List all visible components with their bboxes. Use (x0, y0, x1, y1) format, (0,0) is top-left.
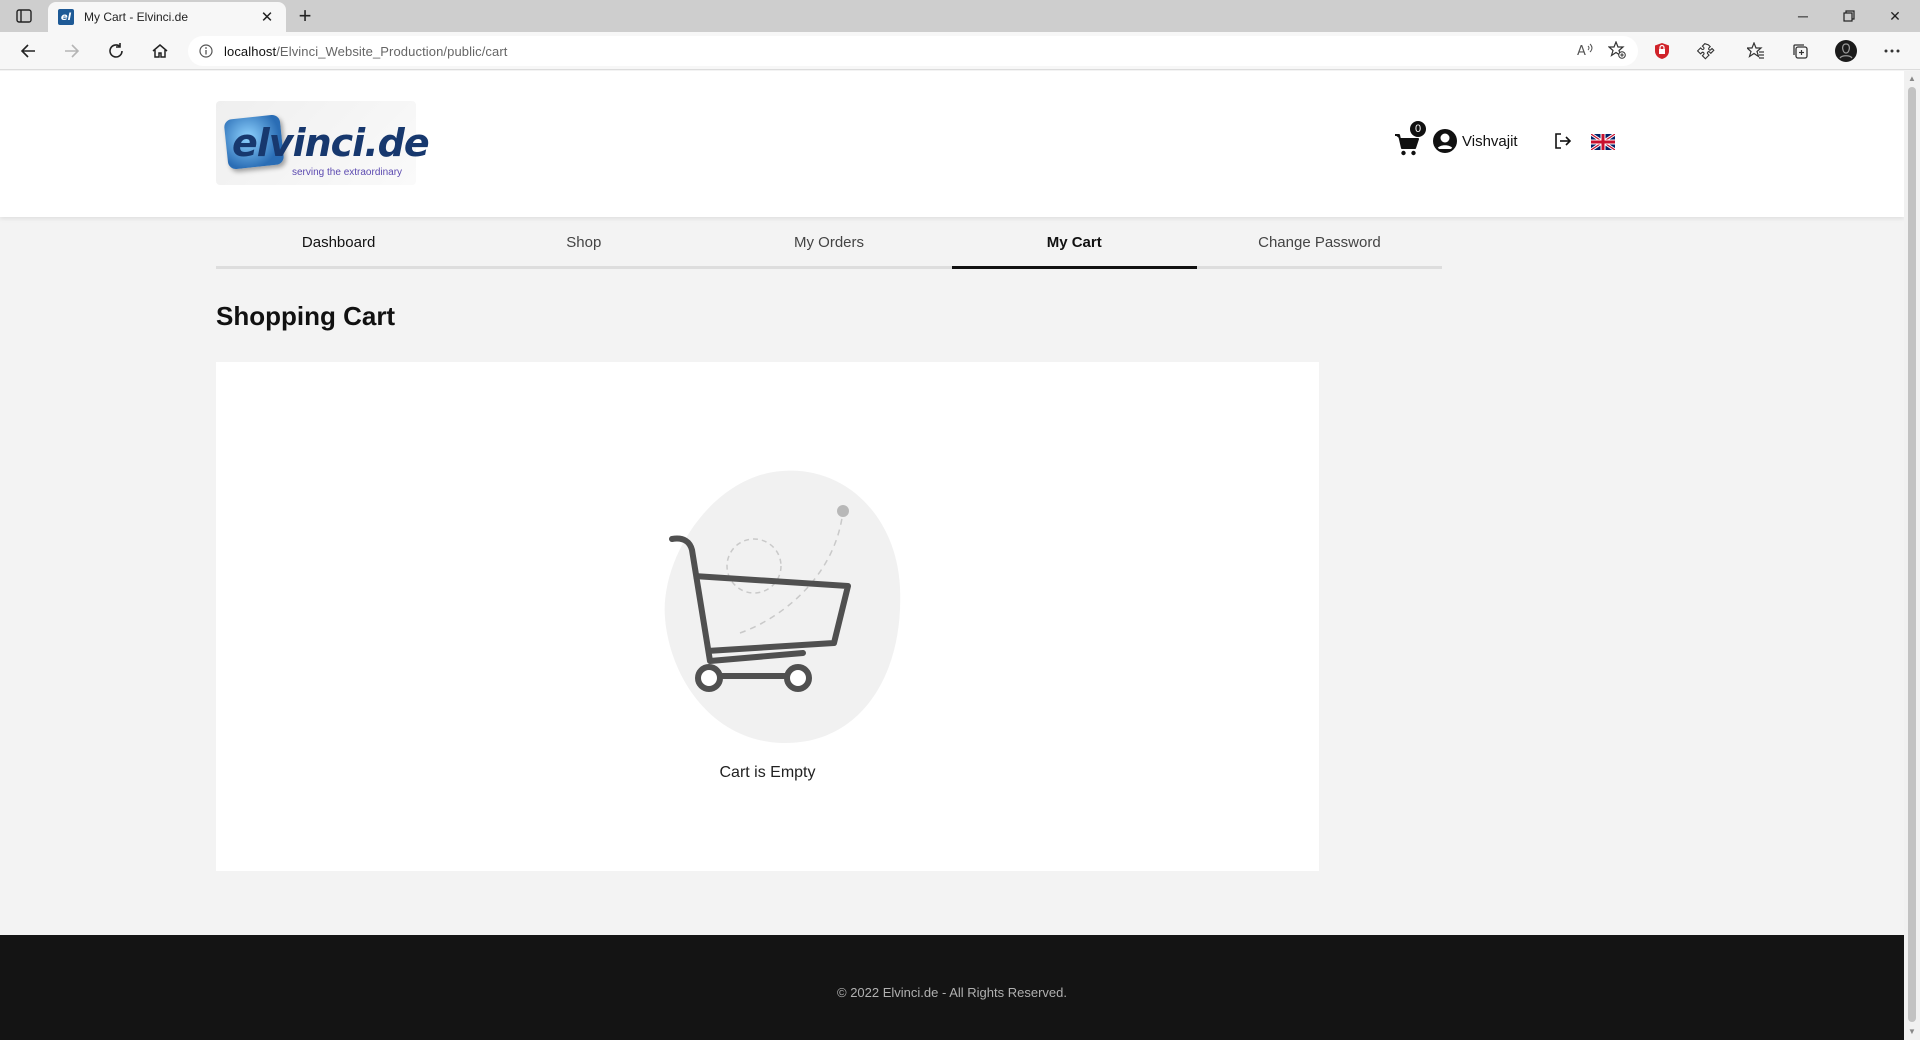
scroll-down-arrow-icon[interactable]: ▼ (1908, 1028, 1916, 1036)
collections-icon[interactable] (1786, 38, 1814, 64)
page-scrollbar[interactable]: ▲ ▼ (1904, 71, 1920, 1040)
settings-more-icon[interactable] (1878, 38, 1906, 64)
tab-my-cart[interactable]: My Cart (951, 217, 1198, 269)
new-tab-button[interactable]: + (292, 3, 318, 29)
site-header: elvinci.de serving the extraordinary 0 V… (0, 71, 1904, 217)
site-logo[interactable]: elvinci.de serving the extraordinary (216, 101, 430, 185)
account-nav-tabs: Dashboard Shop My Orders My Cart Change … (216, 217, 1442, 269)
home-icon[interactable] (146, 38, 174, 64)
browser-toolbar: localhost/Elvinci_Website_Production/pub… (0, 32, 1920, 70)
forward-arrow-icon[interactable] (58, 38, 86, 64)
minimize-window-button[interactable]: ─ (1788, 4, 1818, 28)
tab-actions-icon[interactable] (12, 6, 36, 26)
restore-window-button[interactable] (1834, 4, 1864, 28)
back-arrow-icon[interactable] (14, 38, 42, 64)
browser-tab-active[interactable]: el My Cart - Elvinci.de ✕ (48, 2, 286, 32)
close-window-button[interactable]: ✕ (1880, 4, 1910, 28)
tab-shop[interactable]: Shop (461, 217, 706, 266)
shield-extension-icon[interactable] (1648, 38, 1676, 64)
uk-flag-language-icon[interactable] (1590, 132, 1616, 152)
favorites-icon[interactable] (1742, 38, 1770, 64)
cart-count-badge: 0 (1410, 121, 1426, 137)
tab-my-orders[interactable]: My Orders (706, 217, 951, 266)
read-aloud-icon[interactable]: A (1576, 42, 1594, 63)
reload-icon[interactable] (102, 38, 130, 64)
web-page: elvinci.de serving the extraordinary 0 V… (0, 71, 1904, 1040)
url-text: localhost/Elvinci_Website_Production/pub… (224, 44, 508, 59)
url-path: /Elvinci_Website_Production/public/cart (276, 43, 508, 59)
add-favorite-icon[interactable] (1607, 40, 1626, 64)
page-title: Shopping Cart (216, 301, 396, 331)
scroll-up-arrow-icon[interactable]: ▲ (1908, 75, 1916, 83)
site-favicon-icon: el (58, 9, 74, 25)
tab-title: My Cart - Elvinci.de (84, 10, 189, 24)
header-cart-button[interactable]: 0 (1394, 121, 1426, 157)
user-menu[interactable]: Vishvajit (1432, 128, 1518, 154)
user-name: Vishvajit (1462, 132, 1518, 150)
address-bar[interactable]: localhost/Elvinci_Website_Production/pub… (188, 36, 1638, 66)
tab-change-password[interactable]: Change Password (1197, 217, 1442, 266)
site-footer: © 2022 Elvinci.de - All Rights Reserved. (0, 935, 1904, 1040)
site-info-icon[interactable] (188, 44, 224, 58)
url-host: localhost (224, 43, 277, 59)
copyright-text: © 2022 Elvinci.de - All Rights Reserved. (837, 985, 1067, 1000)
scrollbar-thumb[interactable] (1908, 87, 1916, 1022)
tab-dashboard[interactable]: Dashboard (216, 217, 461, 266)
profile-avatar-icon[interactable] (1832, 38, 1860, 64)
empty-cart-illustration (664, 470, 901, 744)
browser-tab-bar: el My Cart - Elvinci.de ✕ + ─ ✕ (0, 0, 1920, 32)
close-tab-icon[interactable]: ✕ (258, 8, 276, 26)
svg-text:A: A (1577, 44, 1586, 58)
extensions-icon[interactable] (1692, 38, 1720, 64)
cart-panel: Cart is Empty (216, 362, 1319, 871)
user-avatar-icon (1433, 129, 1457, 153)
logo-tagline: serving the extraordinary (292, 167, 403, 178)
logo-text: elvinci.de (232, 121, 430, 165)
logout-icon[interactable] (1554, 132, 1572, 155)
empty-cart-message: Cart is Empty (719, 764, 816, 781)
